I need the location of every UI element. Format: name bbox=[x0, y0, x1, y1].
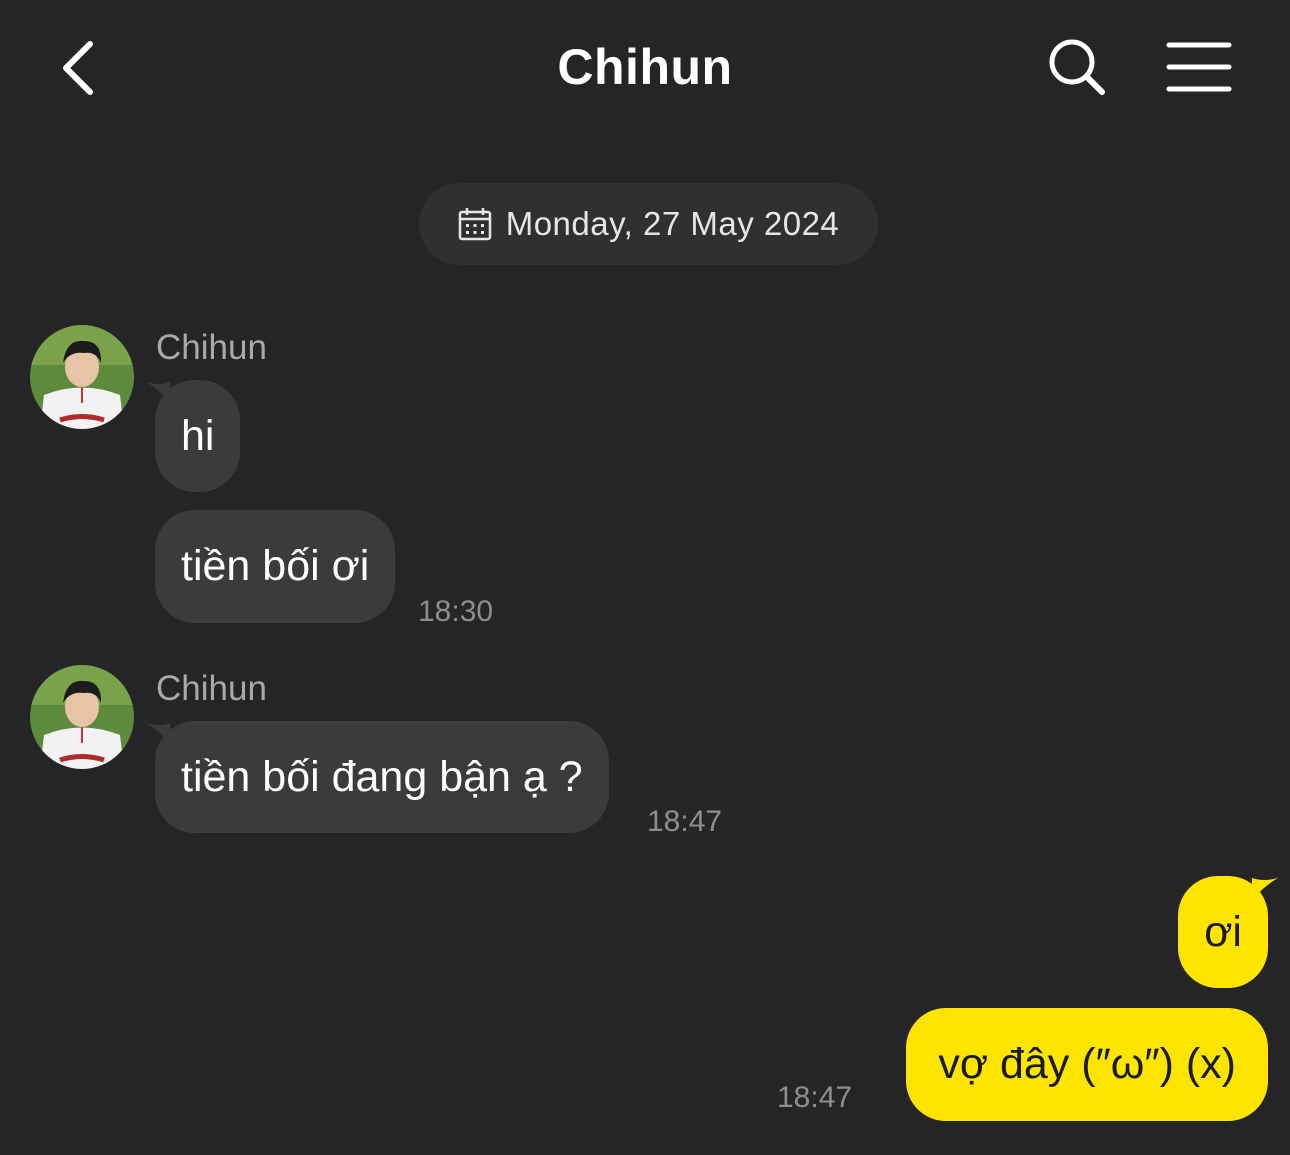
message-time: 18:30 bbox=[418, 595, 494, 628]
hamburger-menu-icon bbox=[1166, 42, 1232, 92]
message-bubble[interactable]: tiền bối đang bận ạ ? bbox=[155, 721, 609, 833]
date-separator: Monday, 27 May 2024 bbox=[419, 183, 878, 265]
message-time: 18:47 bbox=[647, 805, 723, 838]
chat-header: Chihun bbox=[0, 0, 1290, 140]
search-icon bbox=[1049, 39, 1105, 95]
sender-name: Chihun bbox=[156, 328, 267, 367]
calendar-icon bbox=[458, 208, 491, 241]
search-button[interactable] bbox=[1046, 36, 1108, 98]
message-time: 18:47 bbox=[777, 1081, 853, 1114]
sender-name: Chihun bbox=[156, 669, 267, 708]
avatar[interactable] bbox=[30, 665, 134, 769]
message-bubble[interactable]: hi bbox=[155, 380, 241, 492]
message-bubble[interactable]: tiền bối ơi bbox=[155, 510, 396, 623]
my-message-bubble[interactable]: vợ đây (″ω″) (x) bbox=[906, 1008, 1268, 1121]
date-text: Monday, 27 May 2024 bbox=[505, 205, 840, 242]
menu-button[interactable] bbox=[1166, 40, 1232, 94]
avatar[interactable] bbox=[30, 325, 134, 429]
my-message-bubble[interactable]: ơi bbox=[1178, 876, 1268, 988]
